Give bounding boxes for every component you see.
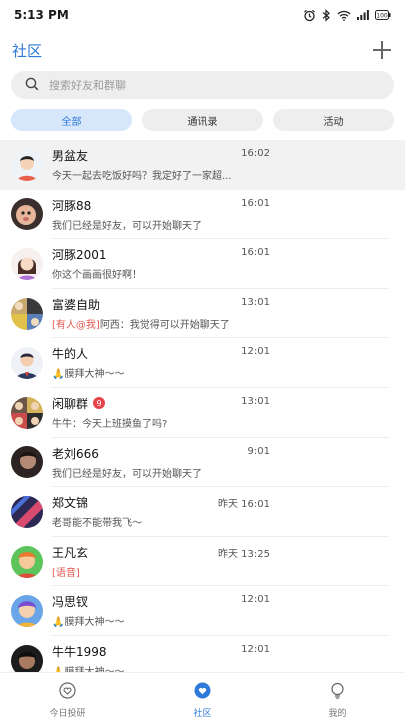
chat-time: 昨天 13:25 xyxy=(218,548,270,560)
tab-all[interactable]: 全部 xyxy=(11,109,132,131)
tab-activity[interactable]: 活动 xyxy=(273,109,394,131)
chat-row[interactable]: 老刘666 我们已经是好友，可以开始聊天了 9:01 xyxy=(0,438,405,488)
heart-outline-icon xyxy=(59,682,76,703)
chat-name: 郑文锦 xyxy=(52,496,89,511)
chat-name: 老刘666 xyxy=(52,446,99,461)
bottom-nav: 今日投研 社区 我的 xyxy=(0,672,405,720)
chat-name: 河豚88 xyxy=(52,198,92,213)
chat-name: 男盆友 xyxy=(52,149,89,163)
chat-row[interactable]: 河豚88 我们已经是好友，可以开始聊天了 16:01 xyxy=(0,190,405,240)
chat-name: 牛的人 xyxy=(52,347,89,362)
chat-message: 我们已经是好友，可以开始聊天了 xyxy=(52,468,202,480)
chat-name: 闲聊群 xyxy=(52,396,89,411)
chat-message: 你这个画画很好啊！ xyxy=(52,270,142,282)
chat-time: 13:01 xyxy=(241,395,270,407)
chat-name: 牛牛1998 xyxy=(52,644,107,659)
add-icon[interactable] xyxy=(371,39,393,61)
chat-message: 牛牛：今天上班摸鱼了吗? xyxy=(52,418,168,430)
chat-time: 12:01 xyxy=(241,346,270,358)
chat-time: 12:01 xyxy=(241,643,270,655)
chat-message: 今天一起去吃饭好吗？我定好了一家超... xyxy=(52,171,232,182)
nav-community[interactable]: 社区 xyxy=(163,673,243,720)
chat-time: 9:01 xyxy=(247,445,270,457)
avatar xyxy=(11,495,43,528)
chat-message: 🙏膜拜大神～～ xyxy=(52,369,125,381)
chat-row[interactable]: 男盆友 今天一起去吃饭好吗？我定好了一家超... 16:02 xyxy=(0,140,405,190)
search-bar[interactable] xyxy=(11,71,394,99)
nav-label: 今日投研 xyxy=(49,709,86,719)
chat-message: 🙏膜拜大神～～ xyxy=(52,663,124,672)
chat-row[interactable]: 郑文锦 老哥能不能带我飞～ 昨天 16:01 xyxy=(0,487,405,537)
title-bar: 社区 xyxy=(0,34,405,66)
chat-name: 王凡玄 xyxy=(52,545,89,560)
avatar xyxy=(11,347,43,380)
nav-label: 我的 xyxy=(328,709,347,719)
avatar xyxy=(11,396,43,429)
nav-research[interactable]: 今日投研 xyxy=(28,673,108,720)
chat-time: 12:01 xyxy=(241,594,270,606)
status-icons: 100 xyxy=(303,8,391,22)
avatar xyxy=(11,297,43,330)
chat-message-text: 阿西：我觉得可以开始聊天了 xyxy=(99,319,230,331)
chat-time: 16:02 xyxy=(241,148,270,159)
chat-time: 16:01 xyxy=(241,247,270,259)
nav-profile[interactable]: 我的 xyxy=(298,673,378,720)
search-icon xyxy=(25,76,39,95)
chat-time: 昨天 16:01 xyxy=(218,499,270,511)
mention-tag: [有人@我] xyxy=(52,319,100,331)
chat-time: 13:01 xyxy=(241,296,270,308)
avatar xyxy=(11,595,43,628)
signal-icon xyxy=(357,10,369,20)
bluetooth-icon xyxy=(322,8,331,22)
search-input[interactable] xyxy=(49,78,349,92)
page-title: 社区 xyxy=(12,41,43,60)
chat-message: 我们已经是好友，可以开始聊天了 xyxy=(52,220,202,232)
status-bar: 5:13 PM 100 xyxy=(0,0,405,30)
avatar xyxy=(11,247,43,280)
chat-name: 河豚2001 xyxy=(52,248,107,263)
avatar xyxy=(11,148,43,181)
chat-row[interactable]: 河豚2001 你这个画画很好啊！ 16:01 xyxy=(0,239,405,289)
battery-icon: 100 xyxy=(375,10,391,20)
unread-badge: 9 xyxy=(93,397,106,410)
avatar xyxy=(11,446,43,479)
chat-name: 富婆自助 xyxy=(52,297,101,312)
chat-name: 冯思钗 xyxy=(52,595,89,610)
avatar xyxy=(11,545,43,578)
status-time: 5:13 PM xyxy=(14,8,69,22)
chat-message: [有人@我]阿西：我觉得可以开始聊天了 xyxy=(52,316,230,331)
tab-contacts[interactable]: 通讯录 xyxy=(142,109,263,131)
wifi-icon xyxy=(337,10,351,21)
chat-row[interactable]: 牛牛1998 🙏膜拜大神～～ 12:01 xyxy=(0,636,405,672)
chat-time: 16:01 xyxy=(241,197,270,209)
alarm-icon xyxy=(303,9,316,22)
tab-bar: 全部 通讯录 活动 xyxy=(11,109,394,131)
avatar xyxy=(11,644,43,672)
avatar xyxy=(11,198,43,231)
chat-row[interactable]: 王凡玄 [语音] 昨天 13:25 xyxy=(0,537,405,587)
person-bulb-icon xyxy=(329,682,346,703)
chat-list: 男盆友 今天一起去吃饭好吗？我定好了一家超... 16:02 河豚88 我们已经… xyxy=(0,140,405,672)
battery-level: 100 xyxy=(376,13,388,20)
chat-row[interactable]: 闲聊群 9 牛牛：今天上班摸鱼了吗? 13:01 xyxy=(0,388,405,438)
nav-label: 社区 xyxy=(193,709,212,719)
chat-message: 老哥能不能带我飞～ xyxy=(52,518,142,530)
chat-message: 🙏膜拜大神～～ xyxy=(52,617,125,629)
chat-row[interactable]: 富婆自助 [有人@我]阿西：我觉得可以开始聊天了 13:01 xyxy=(0,289,405,339)
chat-row[interactable]: 牛的人 🙏膜拜大神～～ 12:01 xyxy=(0,338,405,388)
chat-voice-message: [语音] xyxy=(52,567,80,579)
chat-row[interactable]: 冯思钗 🙏膜拜大神～～ 12:01 xyxy=(0,586,405,636)
heart-filled-icon xyxy=(194,682,211,703)
